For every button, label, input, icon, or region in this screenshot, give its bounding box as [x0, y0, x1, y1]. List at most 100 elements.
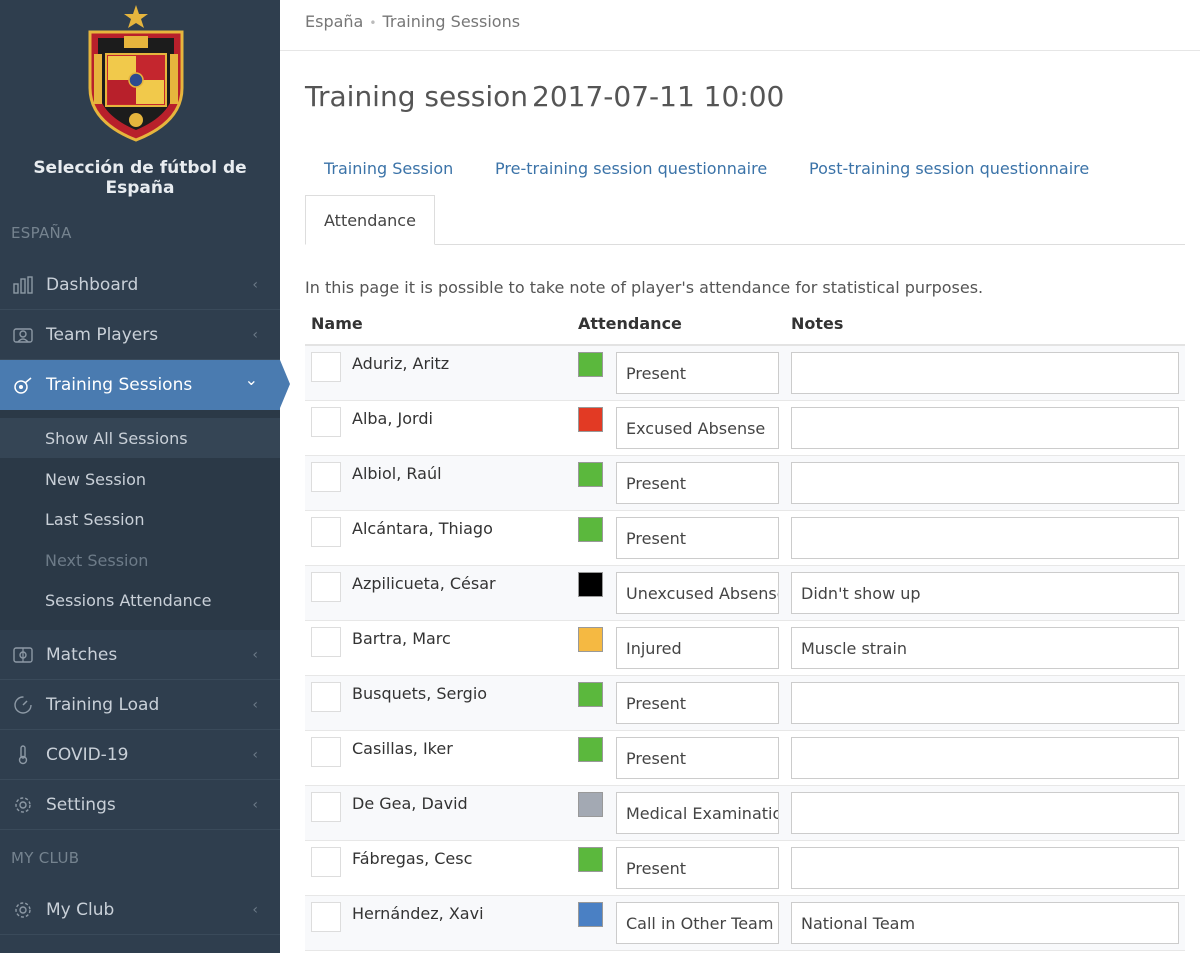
- crest-icon: [88, 5, 184, 142]
- attendance-select[interactable]: Present: [616, 847, 779, 889]
- attendance-color-swatch: [578, 737, 603, 762]
- nav-training-sessions-label: Training Sessions: [46, 375, 193, 395]
- chevron-left-icon: ‹: [252, 646, 258, 663]
- gauge-icon: [12, 694, 34, 716]
- nav-matches[interactable]: Matches ‹: [0, 630, 280, 680]
- row-checkbox[interactable]: [311, 572, 341, 602]
- club-logo: [0, 0, 280, 150]
- chevron-left-icon: ‹: [252, 326, 258, 343]
- player-name: Fábregas, Cesc: [352, 849, 473, 868]
- gear-icon: [12, 794, 34, 816]
- attendance-color-swatch: [578, 792, 603, 817]
- row-checkbox[interactable]: [311, 902, 341, 932]
- notes-input[interactable]: Muscle strain: [791, 627, 1179, 669]
- table-row: Bartra, Marc Injured Muscle strain: [305, 621, 1185, 676]
- nav-my-club[interactable]: My Club ‹: [0, 885, 280, 935]
- tab-training-session[interactable]: Training Session: [324, 159, 453, 178]
- notes-input[interactable]: [791, 792, 1179, 834]
- attendance-select[interactable]: Injured: [616, 627, 779, 669]
- attendance-select[interactable]: Present: [616, 517, 779, 559]
- attendance-color-swatch: [578, 902, 603, 927]
- nav-matches-label: Matches: [46, 644, 118, 665]
- row-checkbox[interactable]: [311, 352, 341, 382]
- tab-post-questionnaire[interactable]: Post-training session questionnaire: [809, 159, 1089, 178]
- submenu-last-session[interactable]: Last Session: [0, 499, 280, 539]
- page-title: Training session 2017-07-11 10:00: [305, 80, 788, 113]
- breadcrumb-current: Training Sessions: [382, 12, 521, 31]
- breadcrumb-root[interactable]: España: [305, 12, 363, 31]
- notes-input[interactable]: National Team: [791, 902, 1179, 944]
- player-name: Busquets, Sergio: [352, 684, 488, 703]
- nav-training-load[interactable]: Training Load ‹: [0, 680, 280, 730]
- player-name: Alba, Jordi: [352, 409, 433, 428]
- notes-input[interactable]: [791, 737, 1179, 779]
- attendance-color-swatch: [578, 572, 603, 597]
- attendance-select[interactable]: Medical Examination: [616, 792, 779, 834]
- nav-covid-19[interactable]: COVID-19 ‹: [0, 730, 280, 780]
- row-checkbox[interactable]: [311, 847, 341, 877]
- header-divider: [280, 50, 1200, 51]
- tab-attendance[interactable]: Attendance: [305, 195, 435, 245]
- nav-covid-19-label: COVID-19: [46, 744, 129, 765]
- player-name: Azpilicueta, César: [352, 574, 496, 593]
- player-name: Casillas, Iker: [352, 739, 453, 758]
- notes-input[interactable]: [791, 462, 1179, 504]
- notes-input[interactable]: Didn't show up: [791, 572, 1179, 614]
- tab-pre-questionnaire[interactable]: Pre-training session questionnaire: [495, 159, 767, 178]
- section-label-club: MY CLUB: [11, 849, 80, 867]
- notes-input[interactable]: [791, 352, 1179, 394]
- attendance-select[interactable]: Present: [616, 462, 779, 504]
- nav-dashboard[interactable]: Dashboard ‹: [0, 260, 280, 310]
- nav-team-players-label: Team Players: [46, 324, 159, 345]
- attendance-color-swatch: [578, 407, 603, 432]
- tab-divider: [305, 244, 1185, 245]
- attendance-select[interactable]: Call in Other Team: [616, 902, 779, 944]
- bar-chart-icon: [12, 274, 34, 296]
- notes-input[interactable]: [791, 847, 1179, 889]
- header-attendance: Attendance: [578, 314, 682, 333]
- section-label-team: ESPAÑA: [11, 224, 72, 242]
- attendance-color-swatch: [578, 682, 603, 707]
- notes-input[interactable]: [791, 407, 1179, 449]
- header-notes: Notes: [791, 314, 844, 333]
- club-name: Selección de fútbol de España: [33, 158, 247, 198]
- row-checkbox[interactable]: [311, 627, 341, 657]
- row-checkbox[interactable]: [311, 682, 341, 712]
- attendance-select[interactable]: Present: [616, 737, 779, 779]
- nav-training-sessions[interactable]: Training Sessions ⌄: [0, 360, 280, 410]
- page-title-prefix: Training session: [305, 80, 529, 113]
- table-row: Aduriz, Aritz Present: [305, 346, 1185, 401]
- gear-icon: [12, 899, 34, 921]
- table-row: Busquets, Sergio Present: [305, 676, 1185, 731]
- page-title-date: 2017-07-11 10:00: [532, 80, 785, 113]
- sidebar: Selección de fútbol de España ESPAÑA Das…: [0, 0, 290, 953]
- notes-input[interactable]: [791, 682, 1179, 724]
- main-content: España • Training Sessions Training sessio…: [280, 0, 1200, 953]
- row-checkbox[interactable]: [311, 407, 341, 437]
- training-submenu: Show All Sessions New Session Last Sessi…: [0, 410, 280, 630]
- row-checkbox[interactable]: [311, 737, 341, 767]
- nav-team-players[interactable]: Team Players ‹: [0, 310, 280, 360]
- attendance-select[interactable]: Present: [616, 352, 779, 394]
- submenu-sessions-attendance[interactable]: Sessions Attendance: [0, 580, 280, 620]
- attendance-color-swatch: [578, 847, 603, 872]
- row-checkbox[interactable]: [311, 792, 341, 822]
- submenu-show-all-sessions[interactable]: Show All Sessions: [0, 418, 280, 458]
- nav-my-club-label: My Club: [46, 899, 115, 920]
- attendance-select[interactable]: Unexcused Absense: [616, 572, 779, 614]
- table-row: De Gea, David Medical Examination: [305, 786, 1185, 841]
- player-name: Aduriz, Aritz: [352, 354, 450, 373]
- submenu-new-session[interactable]: New Session: [0, 459, 280, 499]
- chevron-left-icon: ‹: [252, 746, 258, 763]
- row-checkbox[interactable]: [311, 517, 341, 547]
- row-checkbox[interactable]: [311, 462, 341, 492]
- attendance-select[interactable]: Excused Absense: [616, 407, 779, 449]
- attendance-select[interactable]: Present: [616, 682, 779, 724]
- player-name: De Gea, David: [352, 794, 468, 813]
- breadcrumb-separator: •: [369, 16, 377, 30]
- table-row: Alcántara, Thiago Present: [305, 511, 1185, 566]
- notes-input[interactable]: [791, 517, 1179, 559]
- attendance-color-swatch: [578, 517, 603, 542]
- nav-settings[interactable]: Settings ‹: [0, 780, 280, 830]
- attendance-color-swatch: [578, 462, 603, 487]
